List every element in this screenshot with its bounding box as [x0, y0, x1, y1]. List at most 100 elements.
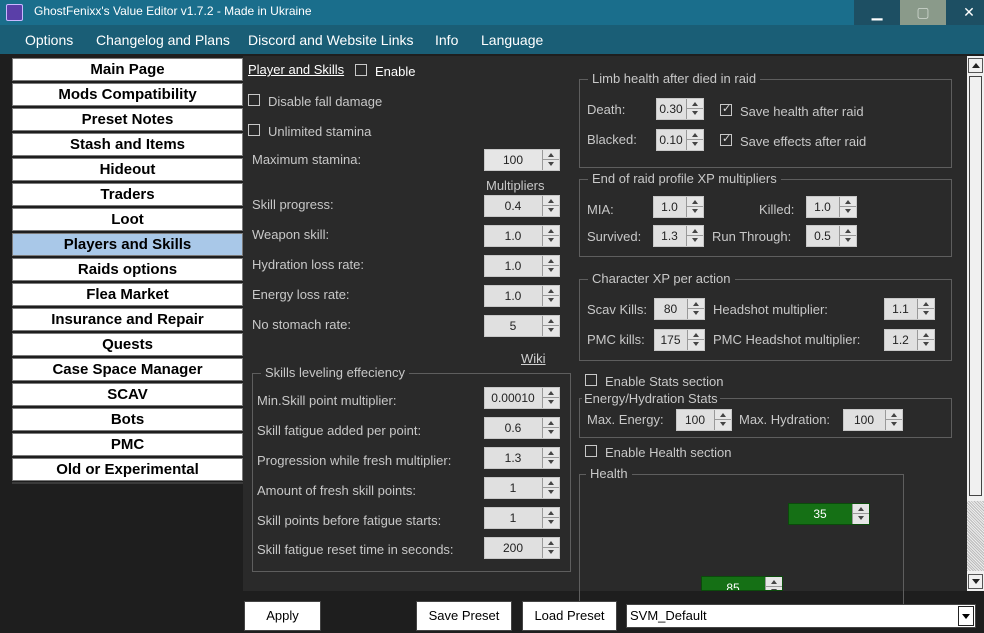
- chevron-down-icon[interactable]: [958, 606, 974, 626]
- scroll-up-icon[interactable]: [968, 58, 983, 73]
- spin-arrows-icon[interactable]: [852, 504, 869, 524]
- spin-arrows-icon[interactable]: [542, 508, 559, 528]
- save-preset-button[interactable]: Save Preset: [416, 601, 512, 631]
- load-preset-button[interactable]: Load Preset: [522, 601, 617, 631]
- max-hydration-stepper[interactable]: 100: [843, 409, 903, 431]
- enable-stats-checkbox[interactable]: [585, 374, 597, 386]
- menu-info[interactable]: Info: [435, 32, 458, 48]
- menu-language[interactable]: Language: [481, 32, 543, 48]
- headshot-stepper[interactable]: 1.1: [884, 298, 935, 320]
- enable-checkbox[interactable]: [355, 64, 367, 76]
- pmc-headshot-stepper[interactable]: 1.2: [884, 329, 935, 351]
- before-fatigue-stepper[interactable]: 1: [484, 507, 560, 529]
- spin-arrows-icon[interactable]: [686, 130, 703, 150]
- spin-arrows-icon[interactable]: [542, 226, 559, 246]
- nav-bots[interactable]: Bots: [12, 408, 243, 431]
- health-head-stepper[interactable]: 35: [788, 503, 870, 525]
- save-effects-label: Save effects after raid: [740, 134, 867, 149]
- scav-kills-stepper[interactable]: 80: [654, 298, 705, 320]
- killed-stepper[interactable]: 1.0: [806, 196, 857, 218]
- spin-arrows-icon[interactable]: [686, 99, 703, 119]
- nav-insurance-repair[interactable]: Insurance and Repair: [12, 308, 243, 331]
- xp-multipliers-title: End of raid profile XP multipliers: [588, 171, 781, 186]
- spin-arrows-icon[interactable]: [687, 330, 704, 350]
- apply-button[interactable]: Apply: [244, 601, 321, 631]
- fatigue-added-stepper[interactable]: 0.6: [484, 417, 560, 439]
- preset-select[interactable]: SVM_Default: [626, 604, 976, 628]
- spin-arrows-icon[interactable]: [542, 196, 559, 216]
- survived-stepper[interactable]: 1.3: [653, 225, 704, 247]
- nav-traders[interactable]: Traders: [12, 183, 243, 206]
- spin-arrows-icon[interactable]: [687, 299, 704, 319]
- nav-scav[interactable]: SCAV: [12, 383, 243, 406]
- unlimited-stamina-checkbox[interactable]: [248, 124, 260, 136]
- nav-old-experimental[interactable]: Old or Experimental: [12, 458, 243, 481]
- menu-options[interactable]: Options: [25, 32, 73, 48]
- max-energy-stepper[interactable]: 100: [676, 409, 732, 431]
- fresh-mult-stepper[interactable]: 1.3: [484, 447, 560, 469]
- death-stepper[interactable]: 0.30: [656, 98, 704, 120]
- spin-arrows-icon[interactable]: [542, 256, 559, 276]
- max-hydration-label: Max. Hydration:: [739, 412, 831, 427]
- spin-arrows-icon[interactable]: [542, 478, 559, 498]
- nav-stash-items[interactable]: Stash and Items: [12, 133, 243, 156]
- weapon-skill-stepper[interactable]: 1.0: [484, 225, 560, 247]
- disable-fall-checkbox[interactable]: [248, 94, 260, 106]
- nav-players-skills[interactable]: Players and Skills: [12, 233, 243, 256]
- reset-time-stepper[interactable]: 200: [484, 537, 560, 559]
- close-button[interactable]: ✕: [946, 0, 984, 25]
- scroll-track[interactable]: [967, 501, 984, 571]
- menu-discord[interactable]: Discord and Website Links: [248, 32, 413, 48]
- nav-mods-compatibility[interactable]: Mods Compatibility: [12, 83, 243, 106]
- hydration-stepper[interactable]: 1.0: [484, 255, 560, 277]
- max-stamina-stepper[interactable]: 100: [484, 149, 560, 171]
- spin-arrows-icon[interactable]: [542, 316, 559, 336]
- spin-arrows-icon[interactable]: [917, 330, 934, 350]
- mia-stepper[interactable]: 1.0: [653, 196, 704, 218]
- spin-arrows-icon[interactable]: [714, 410, 731, 430]
- spin-arrows-icon[interactable]: [542, 448, 559, 468]
- skill-progress-stepper[interactable]: 0.4: [484, 195, 560, 217]
- spin-arrows-icon[interactable]: [885, 410, 902, 430]
- nav-quests[interactable]: Quests: [12, 333, 243, 356]
- menu-changelog[interactable]: Changelog and Plans: [96, 32, 230, 48]
- spin-arrows-icon[interactable]: [839, 226, 856, 246]
- minimize-button[interactable]: ▁: [854, 0, 900, 25]
- save-effects-checkbox[interactable]: [720, 132, 732, 146]
- scroll-down-icon[interactable]: [968, 574, 983, 589]
- enable-health-checkbox[interactable]: [585, 445, 597, 457]
- wiki-link[interactable]: Wiki: [521, 351, 546, 366]
- blacked-stepper[interactable]: 0.10: [656, 129, 704, 151]
- spin-arrows-icon[interactable]: [542, 418, 559, 438]
- spin-arrows-icon[interactable]: [542, 538, 559, 558]
- fresh-points-stepper[interactable]: 1: [484, 477, 560, 499]
- vertical-scrollbar[interactable]: [967, 56, 984, 591]
- scroll-thumb[interactable]: [969, 76, 982, 496]
- nav-flea-market[interactable]: Flea Market: [12, 283, 243, 306]
- stomach-stepper[interactable]: 5: [484, 315, 560, 337]
- spin-arrows-icon[interactable]: [542, 388, 559, 408]
- spin-arrows-icon[interactable]: [839, 197, 856, 217]
- min-point-stepper[interactable]: 0.00010: [484, 387, 560, 409]
- nav-case-space[interactable]: Case Space Manager: [12, 358, 243, 381]
- health-chest-stepper[interactable]: 85: [701, 576, 783, 591]
- run-through-label: Run Through:: [712, 229, 792, 244]
- spin-arrows-icon[interactable]: [542, 150, 559, 170]
- nav-main-page[interactable]: Main Page: [12, 58, 243, 81]
- nav-hideout[interactable]: Hideout: [12, 158, 243, 181]
- nav-preset-notes[interactable]: Preset Notes: [12, 108, 243, 131]
- hydration-label: Hydration loss rate:: [252, 257, 364, 272]
- save-health-checkbox[interactable]: [720, 102, 732, 116]
- spin-arrows-icon[interactable]: [686, 226, 703, 246]
- run-through-stepper[interactable]: 0.5: [806, 225, 857, 247]
- spin-arrows-icon[interactable]: [765, 577, 782, 590]
- energy-stepper[interactable]: 1.0: [484, 285, 560, 307]
- spin-arrows-icon[interactable]: [686, 197, 703, 217]
- maximize-button[interactable]: ▢: [900, 0, 946, 25]
- nav-raids-options[interactable]: Raids options: [12, 258, 243, 281]
- nav-loot[interactable]: Loot: [12, 208, 243, 231]
- spin-arrows-icon[interactable]: [542, 286, 559, 306]
- nav-pmc[interactable]: PMC: [12, 433, 243, 456]
- pmc-kills-stepper[interactable]: 175: [654, 329, 705, 351]
- spin-arrows-icon[interactable]: [917, 299, 934, 319]
